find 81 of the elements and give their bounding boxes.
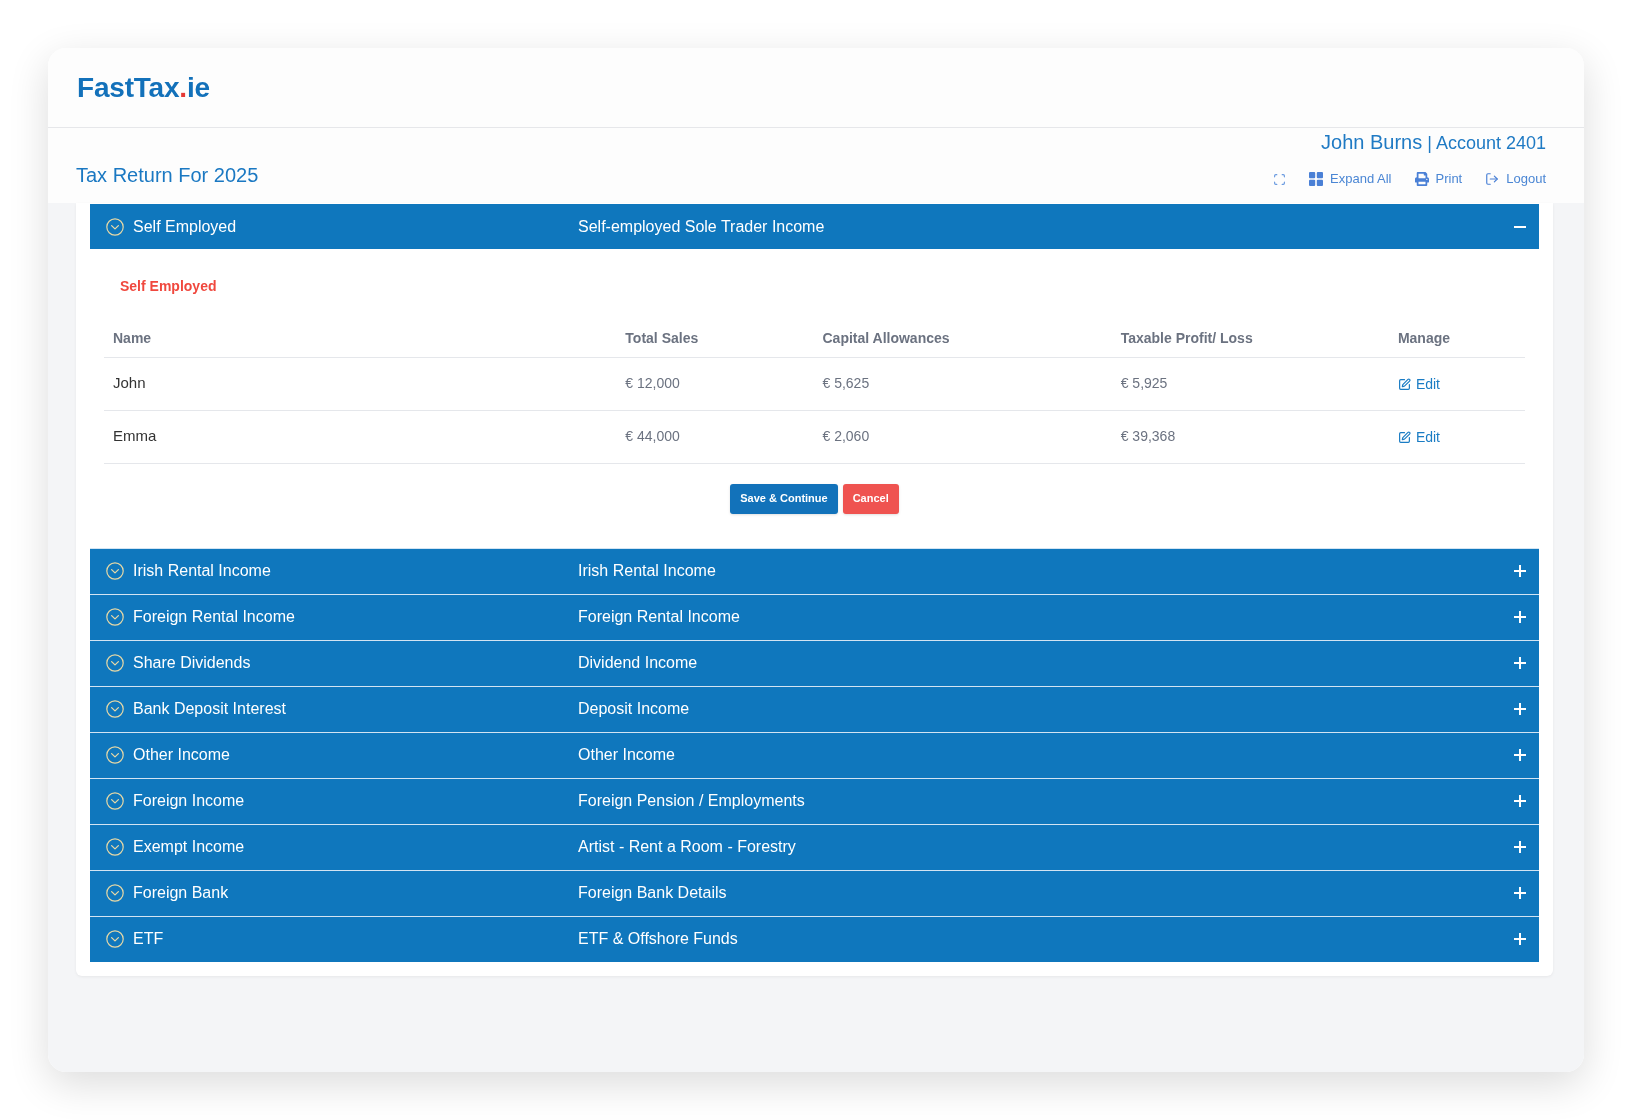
section-subtitle: Irish Rental Income	[578, 561, 717, 581]
table-cell: € 2,060	[813, 410, 1112, 463]
printer-icon	[1414, 172, 1429, 186]
section-title: Foreign Rental Income	[133, 607, 295, 627]
fullscreen-icon	[1273, 172, 1287, 186]
chevron-circle-icon	[106, 562, 124, 580]
plus-icon[interactable]	[1514, 657, 1526, 669]
section-subtitle: ETF & Offshore Funds	[578, 929, 739, 949]
table-cell: Emma	[104, 410, 617, 463]
logo: FastTax.ie	[77, 73, 210, 102]
chevron-circle-icon	[106, 654, 124, 672]
accordion-header[interactable]: ETF ETF & Offshore Funds	[90, 915, 1539, 962]
submit-button[interactable]: Save & Continue	[730, 483, 838, 514]
accordion-header[interactable]: Exempt Income Artist - Rent a Room - Forestry	[90, 823, 1539, 870]
section-title: Exempt Income	[133, 837, 245, 857]
section-subtitle: Artist - Rent a Room - Forestry	[578, 837, 797, 857]
plus-icon[interactable]	[1514, 565, 1526, 577]
plus-icon[interactable]	[1514, 841, 1526, 853]
chevron-circle-icon	[106, 608, 124, 626]
section-title: Irish Rental Income	[133, 561, 271, 581]
section-title: Bank Deposit Interest	[133, 699, 286, 719]
section-title: Self Employed	[133, 216, 237, 237]
fullscreen-button[interactable]	[1273, 172, 1287, 186]
section-title: Other Income	[133, 745, 230, 765]
section-title: Foreign Income	[133, 791, 245, 811]
chevron-circle-icon	[106, 746, 124, 764]
cancel-button[interactable]: Cancel	[842, 483, 899, 514]
edit-icon	[1397, 431, 1411, 444]
plus-icon[interactable]	[1514, 933, 1526, 945]
edit-link[interactable]: Edit	[1397, 374, 1440, 395]
print-button[interactable]: Print	[1414, 169, 1463, 189]
chevron-circle-icon	[106, 838, 124, 856]
edit-icon	[1397, 378, 1411, 391]
section-subtitle: Dividend Income	[578, 653, 699, 673]
accordion-header[interactable]: Share Dividends Dividend Income	[90, 639, 1539, 686]
table-cell: € 39,368	[1111, 410, 1389, 463]
logout-icon	[1485, 172, 1500, 186]
table-cell: John	[104, 357, 617, 410]
logout-button[interactable]: Logout	[1485, 169, 1546, 189]
section-title: Foreign Bank	[133, 883, 229, 903]
section-subtitle: Foreign Bank Details	[578, 883, 728, 903]
section-subtitle: Foreign Rental Income	[578, 607, 741, 627]
column-header: Total Sales	[616, 321, 814, 357]
plus-icon[interactable]	[1514, 703, 1526, 715]
chevron-circle-icon	[106, 792, 124, 810]
minus-icon[interactable]	[1514, 225, 1526, 228]
chevron-circle-icon	[106, 700, 124, 718]
accordion-header[interactable]: Other Income Other Income	[90, 731, 1539, 778]
plus-icon[interactable]	[1514, 749, 1526, 761]
plus-icon[interactable]	[1514, 887, 1526, 899]
plus-icon[interactable]	[1514, 611, 1526, 623]
edit-link[interactable]: Edit	[1397, 427, 1440, 448]
table-cell: € 5,925	[1111, 357, 1389, 410]
accordion-header[interactable]: Foreign Income Foreign Pension / Employments	[90, 777, 1539, 824]
accordion-header[interactable]: Foreign Rental Income Foreign Rental Income	[90, 593, 1539, 640]
accordion-header[interactable]: Self Employed Self-employed Sole Trader Income	[90, 204, 1539, 249]
column-header: Capital Allowances	[813, 321, 1112, 357]
column-header: Name	[104, 321, 617, 357]
table-cell: € 44,000	[616, 410, 814, 463]
section-subtitle: Deposit Income	[578, 699, 691, 719]
plus-icon[interactable]	[1514, 795, 1526, 807]
section-title: ETF	[133, 929, 164, 949]
grid-icon	[1309, 172, 1324, 186]
section-subtitle: Self-employed Sole Trader Income	[578, 216, 826, 237]
section-heading: Self Employed	[120, 277, 217, 296]
page-title: Tax Return For 2025	[76, 163, 259, 188]
column-header: Manage	[1388, 321, 1525, 357]
accordion-header[interactable]: Foreign Bank Foreign Bank Details	[90, 869, 1539, 916]
accordion-header[interactable]: Bank Deposit Interest Deposit Income	[90, 685, 1539, 732]
expand-all-button[interactable]: Expand All	[1309, 169, 1392, 189]
chevron-circle-icon	[106, 884, 124, 902]
section-title: Share Dividends	[133, 653, 251, 673]
chevron-circle-icon	[106, 930, 124, 948]
accordion-header[interactable]: Irish Rental Income Irish Rental Income	[90, 547, 1539, 594]
table-cell: € 12,000	[616, 357, 814, 410]
section-subtitle: Foreign Pension / Employments	[578, 791, 806, 811]
column-header: Taxable Profit/ Loss	[1111, 321, 1389, 357]
chevron-circle-icon	[106, 217, 124, 236]
table-cell: € 5,625	[813, 357, 1112, 410]
user-account: John Burns | Account 2401	[1321, 130, 1546, 155]
section-subtitle: Other Income	[578, 745, 676, 765]
